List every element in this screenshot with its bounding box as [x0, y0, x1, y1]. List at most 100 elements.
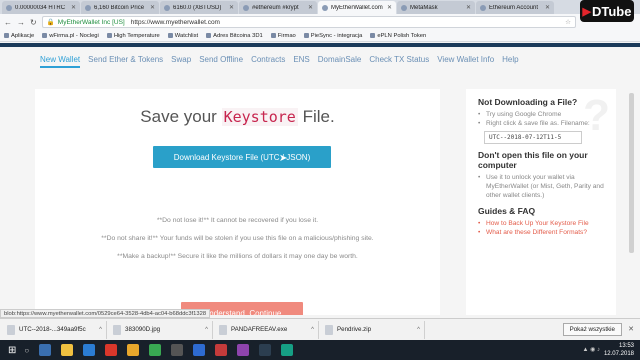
forward-arrow-icon[interactable]: →	[17, 18, 25, 27]
nav-send-ether[interactable]: Send Ether & Tokens	[88, 55, 163, 68]
page-title: Save your Keystore File.	[35, 107, 440, 127]
app-icon[interactable]	[193, 344, 206, 356]
close-icon[interactable]: ✕	[628, 325, 634, 333]
lock-icon: 🔒	[46, 19, 55, 26]
nav-swap[interactable]: Swap	[171, 55, 191, 68]
keystore-card: Save your Keystore File. Download Keysto…	[35, 89, 440, 315]
download-keystore-button[interactable]: Download Keystore File (UTC / JSON)	[153, 146, 331, 168]
nav-new-wallet[interactable]: New Wallet	[40, 55, 81, 68]
tab-label: 6,160 Bitcoin Price	[94, 4, 145, 11]
bookmark-icon	[370, 33, 376, 38]
bookmark-item[interactable]: wFirma.pl - Noclegi	[42, 33, 99, 39]
title-post: File.	[302, 107, 335, 126]
sidebar-list-2: Use it to unlock your wallet via MyEther…	[478, 173, 616, 200]
windows-start-icon[interactable]: ⊞	[8, 345, 16, 356]
file-explorer-icon[interactable]	[61, 344, 74, 356]
download-filename: UTC--2018-...349aa9f5c	[19, 326, 86, 333]
download-filename: PANDAFREEAV.exe	[231, 326, 288, 333]
bookmark-item[interactable]: PieSync - integracja	[303, 33, 362, 39]
app-icon[interactable]	[127, 344, 140, 356]
bookmark-icon	[106, 33, 112, 38]
sidebar-item: Try using Google Chrome	[478, 110, 616, 119]
url-input[interactable]: 🔒 MyEtherWallet Inc [US] https://www.mye…	[41, 16, 576, 28]
browser-tab[interactable]: #ethereum #krypt ✕	[239, 1, 317, 14]
sidebar-item: Right click & save file as. Filename:	[478, 119, 616, 128]
app-icon[interactable]	[237, 344, 250, 356]
close-icon[interactable]: ✕	[69, 4, 76, 11]
dtube-watermark: ▶ DTube	[580, 0, 634, 22]
browser-tab[interactable]: 6160.0 (XBTUSD) ✕	[160, 1, 238, 14]
task-view-icon[interactable]	[39, 344, 52, 356]
chevron-up-icon[interactable]: ^	[99, 327, 102, 333]
sidebar-heading-not-downloading: Not Downloading a File?	[478, 97, 578, 107]
app-icon[interactable]	[171, 344, 184, 356]
app-icon[interactable]	[215, 344, 228, 356]
close-icon[interactable]: ✕	[385, 4, 392, 11]
bookmark-item[interactable]: Firmao	[270, 33, 296, 39]
guide-link-formats[interactable]: What are these Different Formats?	[478, 228, 616, 237]
sidebar-guide-links: How to Back Up Your Keystore File What a…	[478, 219, 616, 237]
close-icon[interactable]: ✕	[306, 4, 313, 11]
download-item[interactable]: 383090D.jpg ^	[109, 320, 213, 339]
show-all-downloads-button[interactable]: Pokaż wszystkie	[562, 323, 622, 336]
bookmark-item[interactable]: ePLN Polish Token	[370, 33, 426, 39]
chrome-icon[interactable]	[149, 344, 162, 356]
reload-icon[interactable]: ↻	[30, 18, 37, 27]
clock[interactable]: 13:53 12.07.2018	[604, 342, 634, 358]
nav-contracts[interactable]: Contracts	[251, 55, 285, 68]
nav-view-wallet-info[interactable]: View Wallet Info	[437, 55, 494, 68]
browser-tab-active[interactable]: MyEtherWallet.com ✕	[318, 1, 396, 14]
app-icon[interactable]	[259, 344, 272, 356]
site-nav: New Wallet Send Ether & Tokens Swap Send…	[40, 55, 527, 68]
app-icon[interactable]	[281, 344, 294, 356]
chevron-up-icon[interactable]: ^	[417, 327, 420, 333]
nav-help[interactable]: Help	[502, 55, 518, 68]
nav-check-tx-status[interactable]: Check TX Status	[369, 55, 429, 68]
opera-icon[interactable]	[105, 344, 118, 356]
close-icon[interactable]: ✕	[227, 4, 234, 11]
chevron-up-icon[interactable]: ^	[311, 327, 314, 333]
browser-tab[interactable]: MetaMask ✕	[397, 1, 475, 14]
chevron-up-icon[interactable]: ^	[205, 327, 208, 333]
download-item[interactable]: Pendrive.zip ^	[321, 320, 425, 339]
close-icon[interactable]: ✕	[148, 4, 155, 11]
bookmark-icon	[303, 33, 309, 38]
url-text: https://www.myetherwallet.com	[130, 18, 220, 26]
back-arrow-icon[interactable]: ←	[4, 18, 12, 27]
close-icon[interactable]: ✕	[464, 4, 471, 11]
site-identity[interactable]: MyEtherWallet Inc [US]	[58, 19, 125, 26]
bookmark-item[interactable]: Adres Bitcoina 3D1	[206, 33, 263, 39]
keystore-filename-field[interactable]: UTC--2018-07-12T11-5	[484, 131, 582, 144]
favicon-icon	[401, 4, 407, 11]
tab-label: #ethereum #krypt	[252, 4, 299, 11]
bookmark-label: Aplikacje	[11, 32, 35, 39]
mouse-cursor-icon: ➤	[279, 153, 288, 164]
tab-label: 6160.0 (XBTUSD)	[173, 4, 222, 11]
download-item[interactable]: UTC--2018-...349aa9f5c ^	[3, 320, 107, 339]
favicon-icon	[85, 4, 91, 11]
bookmark-icon	[206, 33, 212, 38]
play-icon: ▶	[582, 5, 591, 18]
nav-domainsale[interactable]: DomainSale	[318, 55, 362, 68]
scrollbar[interactable]	[629, 93, 634, 253]
star-icon[interactable]: ☆	[565, 18, 571, 26]
warning-share: **Do not share it!** Your funds will be …	[101, 235, 374, 242]
edge-icon[interactable]	[83, 344, 96, 356]
nav-ens[interactable]: ENS	[293, 55, 309, 68]
bookmark-item[interactable]: High Temperature	[106, 33, 160, 39]
search-icon[interactable]: ○	[24, 346, 29, 355]
guide-link-backup[interactable]: How to Back Up Your Keystore File	[478, 219, 616, 228]
bookmark-label: Watchlist	[174, 32, 199, 39]
browser-tab[interactable]: 6,160 Bitcoin Price ✕	[81, 1, 159, 14]
browser-tab[interactable]: 0.00000034 HTRC ✕	[2, 1, 80, 14]
bookmark-item[interactable]: Watchlist	[167, 32, 199, 39]
tab-label: 0.00000034 HTRC	[15, 4, 66, 11]
bookmark-item[interactable]: Aplikacje	[4, 33, 34, 39]
tray-icons[interactable]: ▲ ◉ ♪	[582, 346, 600, 353]
download-item[interactable]: PANDAFREEAV.exe ^	[215, 320, 319, 339]
sidebar-heading-dont-open: Don't open this file on your computer	[478, 150, 588, 170]
close-icon[interactable]: ✕	[543, 4, 550, 11]
browser-tab[interactable]: Ethereum Account ✕	[476, 1, 554, 14]
tab-label: MetaMask	[410, 4, 438, 11]
nav-send-offline[interactable]: Send Offline	[199, 55, 243, 68]
